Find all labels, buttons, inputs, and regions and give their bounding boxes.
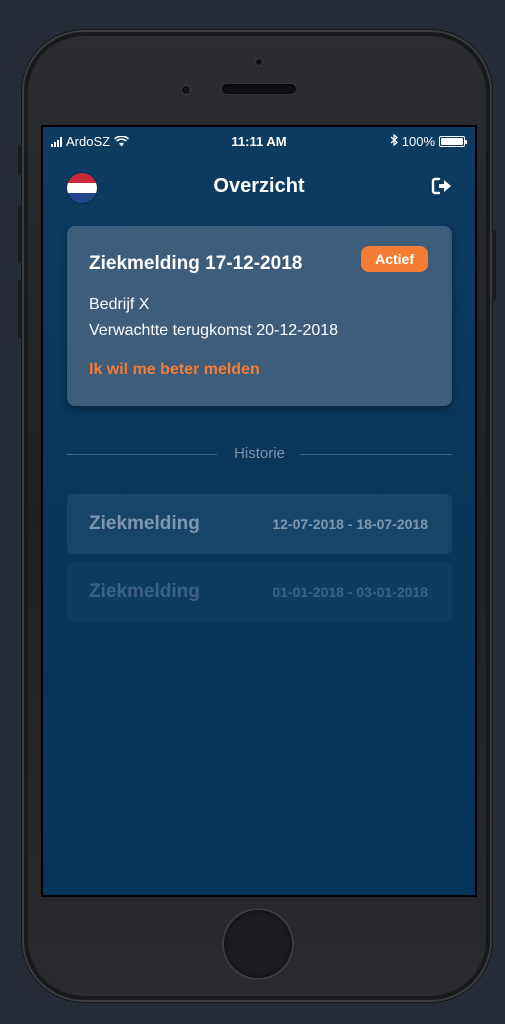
report-recovery-link[interactable]: Ik wil me beter melden <box>89 361 260 379</box>
status-bar: ArdoSZ 11:11 AM 100% <box>43 127 475 155</box>
sign-out-icon[interactable] <box>431 176 453 201</box>
bluetooth-icon <box>390 133 398 149</box>
status-badge: Actief <box>361 246 428 272</box>
battery-icon <box>439 136 467 147</box>
history-item-title: Ziekmelding <box>89 513 200 534</box>
earpiece-sensor <box>255 58 263 66</box>
expected-return: Verwachtte terugkomst 20-12-2018 <box>89 322 339 339</box>
earpiece-speaker <box>222 84 296 94</box>
front-camera <box>181 85 191 95</box>
status-right: 100% <box>390 133 467 149</box>
volume-up-button <box>18 205 22 263</box>
history-item-title: Ziekmelding <box>89 581 200 602</box>
volume-down-button <box>18 280 22 338</box>
mute-switch <box>18 145 22 175</box>
card-title: Ziekmelding 17-12-2018 <box>89 253 303 274</box>
history-item[interactable]: Ziekmelding 01-01-2018 - 03-01-2018 <box>67 562 452 622</box>
company-name: Bedrijf X <box>89 296 150 313</box>
power-button <box>492 230 496 300</box>
app-screen: ArdoSZ 11:11 AM 100% Overzicht Ziekmeldi… <box>43 127 475 895</box>
history-item[interactable]: Ziekmelding 12-07-2018 - 18-07-2018 <box>67 494 452 554</box>
history-item-dates: 12-07-2018 - 18-07-2018 <box>272 516 428 532</box>
divider-right <box>300 454 452 455</box>
home-button[interactable] <box>222 908 294 980</box>
nav-bar: Overzicht <box>43 163 475 211</box>
battery-percent: 100% <box>401 134 435 149</box>
page-title: Overzicht <box>213 175 305 197</box>
active-sick-report-card[interactable]: Ziekmelding 17-12-2018 Actief Bedrijf X … <box>67 226 452 406</box>
history-item-dates: 01-01-2018 - 03-01-2018 <box>272 584 428 600</box>
history-header: Historie <box>67 444 452 464</box>
